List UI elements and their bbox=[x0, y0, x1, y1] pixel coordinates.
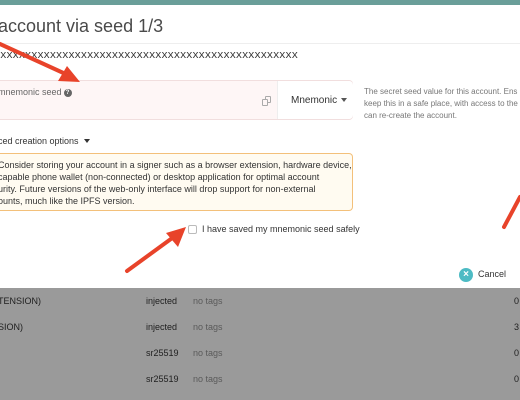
chevron-down-icon bbox=[341, 98, 347, 102]
seed-label: mnemonic seed? bbox=[0, 87, 72, 97]
account-balance: 3 bbox=[514, 322, 520, 332]
close-icon: × bbox=[459, 268, 473, 282]
warning-line: Consider storing your account in a signe… bbox=[0, 160, 352, 170]
create-account-modal: account via seed 1/3 xxxxxxxxxxxxxxxxxxx… bbox=[0, 5, 520, 288]
seed-type-dropdown[interactable]: Mnemonic bbox=[277, 81, 353, 119]
table-row: sr25519 no tags 0 bbox=[0, 340, 520, 367]
help-icon[interactable]: ? bbox=[63, 89, 72, 97]
advanced-options-toggle[interactable]: ced creation options bbox=[0, 136, 90, 146]
account-balance: 0 bbox=[514, 348, 520, 358]
cancel-button[interactable]: × Cancel bbox=[457, 266, 517, 284]
account-type: injected bbox=[146, 296, 178, 306]
table-row: TENSION) injected no tags 0 bbox=[0, 288, 520, 315]
saved-seed-checkbox-label[interactable]: I have saved my mnemonic seed safely bbox=[202, 224, 360, 234]
account-type: sr25519 bbox=[146, 374, 179, 384]
account-name: TENSION) bbox=[0, 296, 42, 306]
account-address: xxxxxxxxxxxxxxxxxxxxxxxxxxxxxxxxxxxxxxxx… bbox=[0, 50, 298, 62]
warning-line: capable phone wallet (non-connected) or … bbox=[0, 172, 320, 182]
account-tags: no tags bbox=[193, 348, 223, 358]
account-tags: no tags bbox=[193, 322, 223, 332]
account-tags: no tags bbox=[193, 374, 223, 384]
seed-input[interactable]: mnemonic seed? Mnemonic bbox=[0, 80, 353, 120]
advanced-options-label: ced creation options bbox=[0, 136, 79, 146]
modal-title: account via seed 1/3 bbox=[0, 16, 164, 36]
table-row: sr25519 no tags 0 bbox=[0, 366, 520, 393]
help-line: can re-create the account. bbox=[364, 111, 457, 120]
caret-down-icon bbox=[83, 139, 90, 143]
cancel-button-label: Cancel bbox=[478, 269, 507, 279]
warning-line: urity. Future versions of the web-only i… bbox=[0, 184, 316, 194]
seed-type-value: Mnemonic bbox=[291, 95, 338, 106]
accounts-table-backdrop: TENSION) injected no tags 0 SION) inject… bbox=[0, 288, 520, 400]
seed-help-text: The secret seed value for this account. … bbox=[364, 86, 520, 122]
header-divider bbox=[0, 43, 520, 44]
seed-label-text: mnemonic seed bbox=[0, 87, 62, 97]
warning-box: Consider storing your account in a signe… bbox=[0, 153, 353, 211]
account-tags: no tags bbox=[193, 296, 223, 306]
saved-seed-checkbox[interactable] bbox=[188, 225, 197, 234]
account-type: injected bbox=[146, 322, 178, 332]
account-type: sr25519 bbox=[146, 348, 179, 358]
help-line: The secret seed value for this account. … bbox=[364, 87, 518, 96]
account-name: SION) bbox=[0, 322, 24, 332]
account-balance: 0 bbox=[514, 374, 520, 384]
table-row: SION) injected no tags 3 bbox=[0, 314, 520, 341]
copy-icon[interactable] bbox=[262, 96, 272, 106]
help-line: keep this in a safe place, with access t… bbox=[364, 99, 518, 108]
account-balance: 0 bbox=[514, 296, 520, 306]
warning-line: ounts, much like the IPFS version. bbox=[0, 196, 135, 206]
